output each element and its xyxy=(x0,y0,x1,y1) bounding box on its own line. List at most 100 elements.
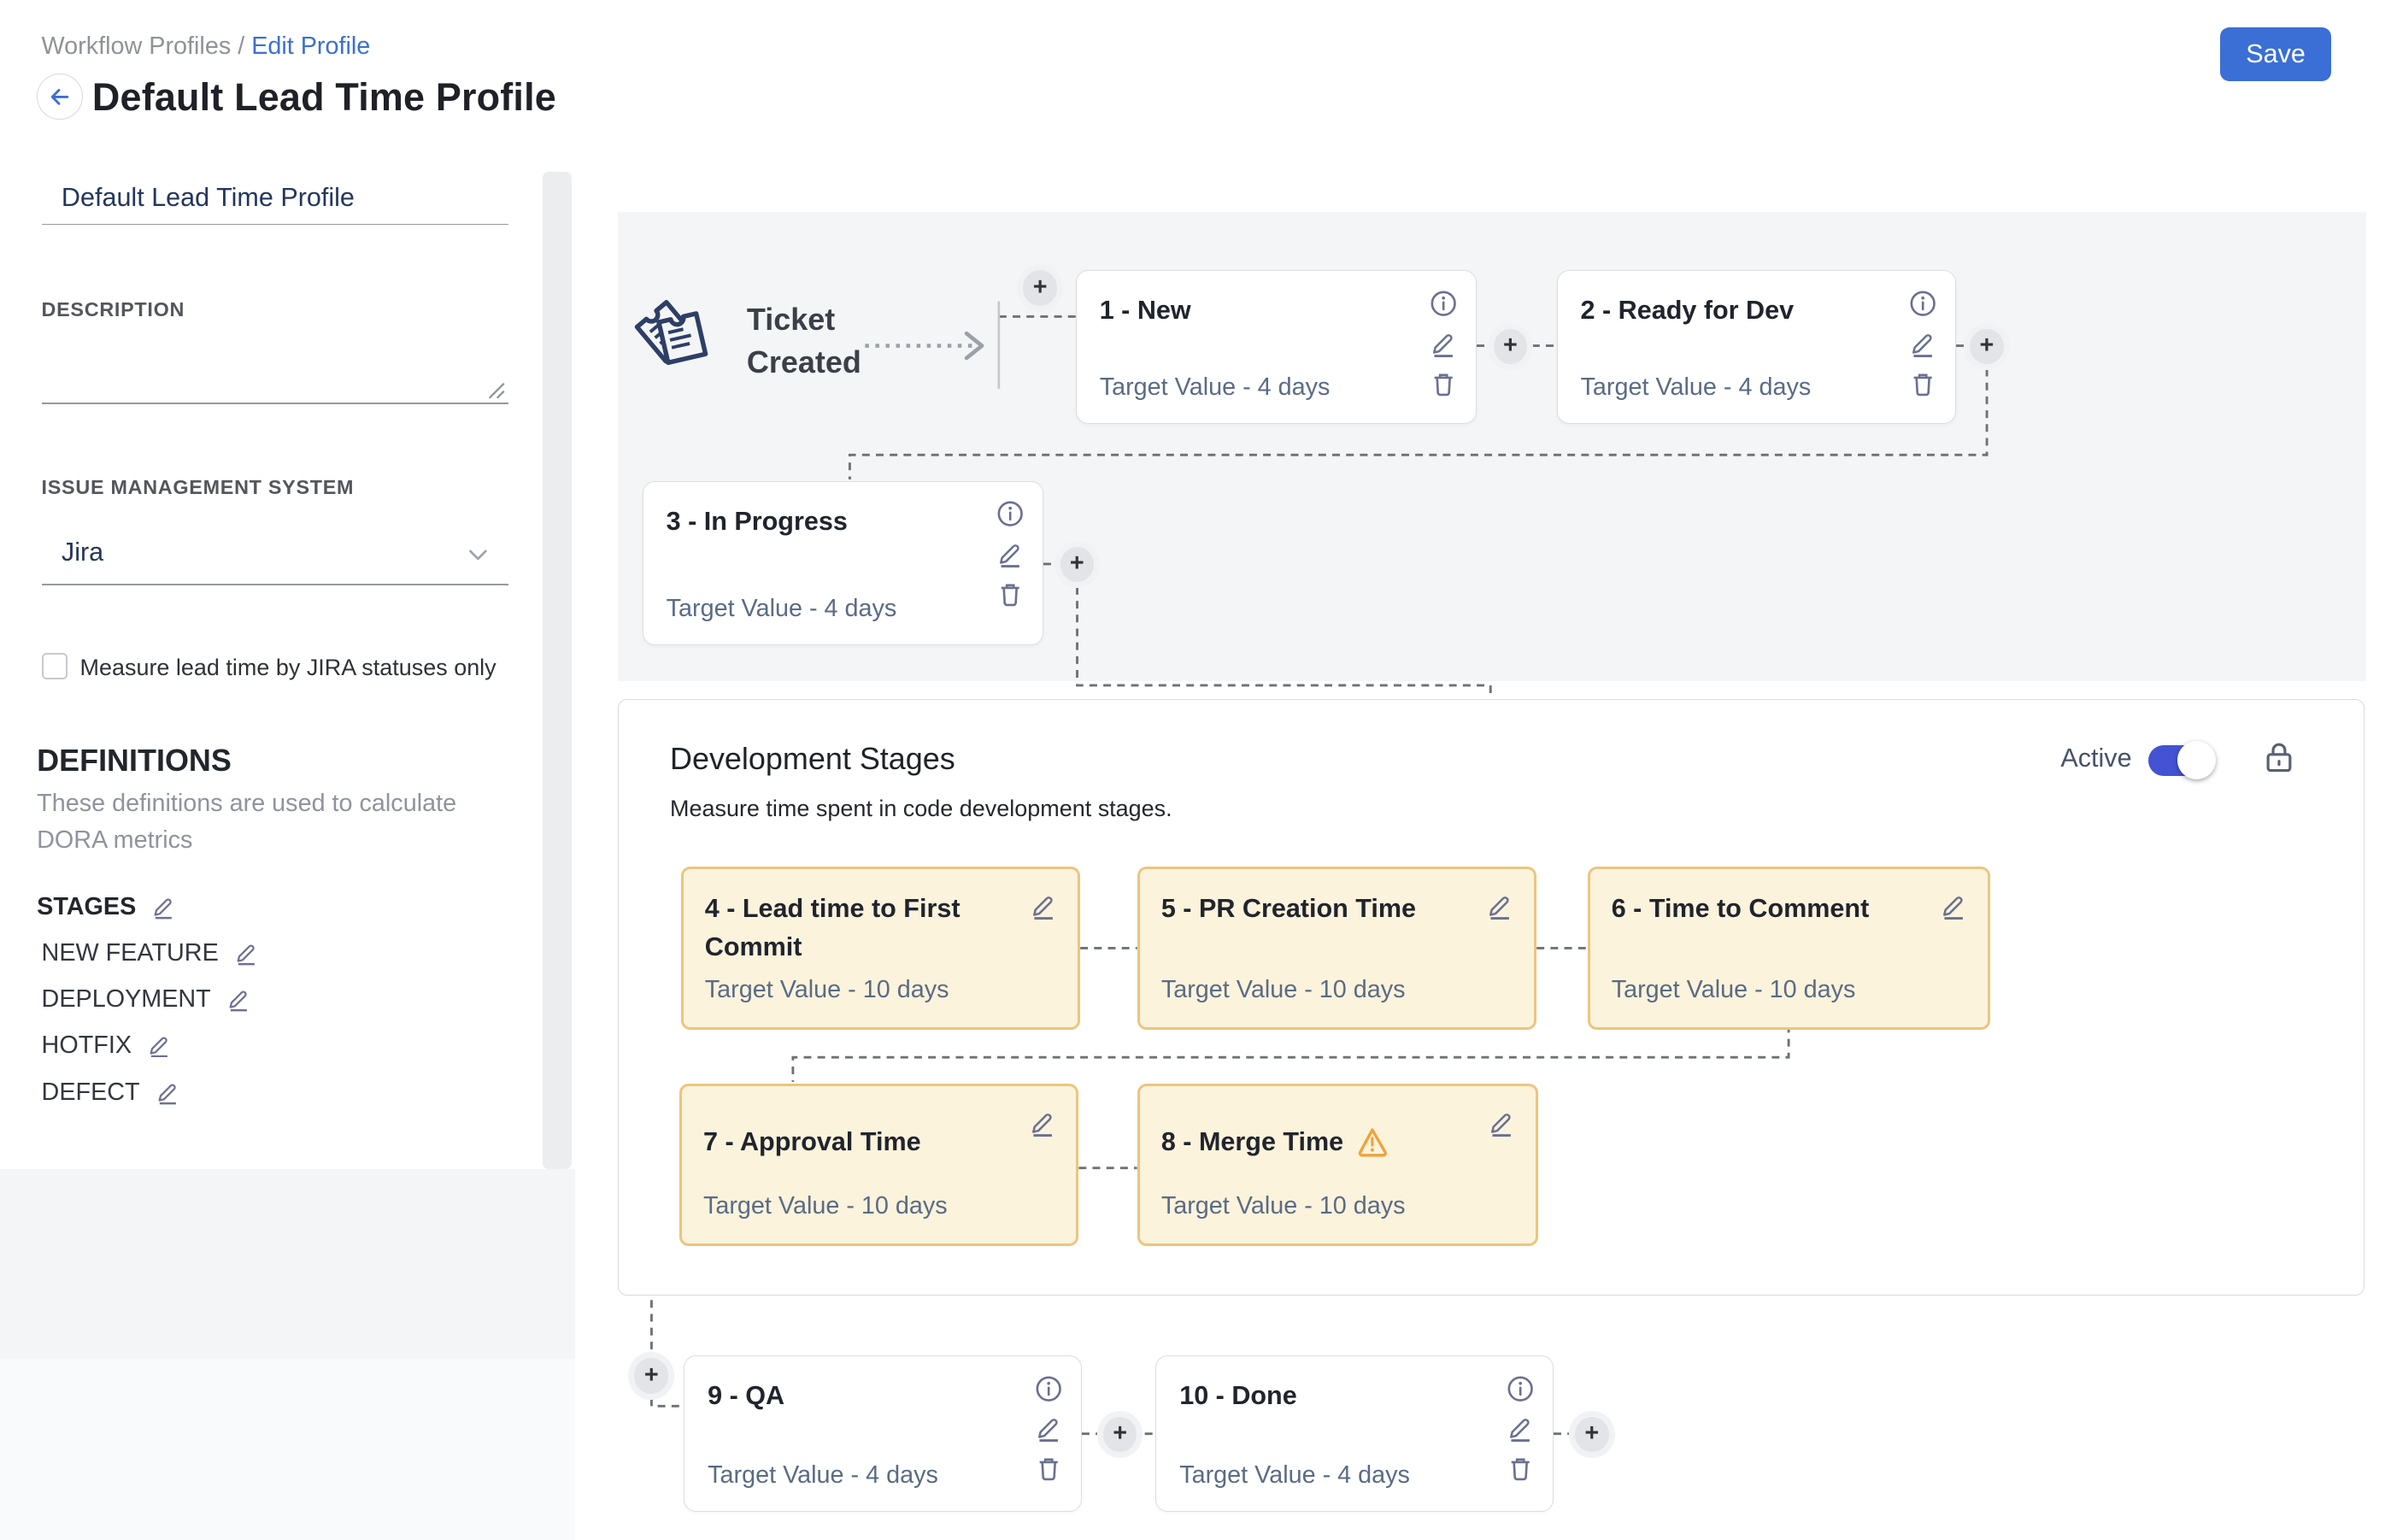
delete-icon[interactable] xyxy=(1507,1455,1534,1482)
save-button[interactable]: Save xyxy=(2220,27,2330,81)
stages-header-row: STAGES xyxy=(37,893,176,921)
stage-target-value: Target Value - 10 days xyxy=(1161,1192,1406,1220)
edit-deployment-icon[interactable] xyxy=(226,987,251,1012)
stage-category-label: NEW FEATURE xyxy=(42,939,219,967)
edit-hotfix-icon[interactable] xyxy=(147,1033,172,1058)
info-icon[interactable] xyxy=(1507,1375,1534,1402)
stage-title: 3 - In Progress xyxy=(667,507,848,537)
delete-icon[interactable] xyxy=(1035,1455,1062,1482)
stage-category-label: DEPLOYMENT xyxy=(42,985,211,1014)
issue-management-system-select[interactable]: Jira xyxy=(42,529,509,585)
info-icon[interactable] xyxy=(1035,1375,1062,1402)
edit-icon[interactable] xyxy=(1486,892,1513,920)
development-stages-title: Development Stages xyxy=(670,741,955,777)
stage-target-value: Target Value - 4 days xyxy=(1581,373,1812,402)
active-toggle-label: Active xyxy=(2060,744,2131,773)
info-icon[interactable] xyxy=(996,500,1024,527)
edit-icon[interactable] xyxy=(1029,1109,1056,1137)
edit-stages-icon[interactable] xyxy=(151,895,176,920)
left-background-gray xyxy=(0,1169,575,1358)
jira-statuses-checkbox-label: Measure lead time by JIRA statuses only xyxy=(80,655,496,681)
jira-statuses-checkbox[interactable] xyxy=(42,653,68,679)
breadcrumb-section[interactable]: Workflow Profiles / xyxy=(42,32,245,60)
description-input[interactable] xyxy=(42,326,509,403)
stage-title: 4 - Lead time to First Commit xyxy=(705,890,1008,967)
definitions-subtitle: These definitions are used to calculate … xyxy=(37,785,528,859)
delete-icon[interactable] xyxy=(996,580,1024,608)
stage-target-value: Target Value - 4 days xyxy=(1100,373,1331,402)
page-title: Default Lead Time Profile xyxy=(92,75,556,120)
development-stages-subtitle: Measure time spent in code development s… xyxy=(670,796,1172,822)
issue-management-system-label: ISSUE MANAGEMENT SYSTEM xyxy=(42,476,355,499)
edit-icon[interactable] xyxy=(1940,892,1967,920)
ticket-icon xyxy=(633,292,722,381)
stage-title: 10 - Done xyxy=(1179,1381,1297,1411)
delete-icon[interactable] xyxy=(1909,370,1936,397)
edit-icon[interactable] xyxy=(1430,330,1457,357)
stage-target-value: Target Value - 4 days xyxy=(667,595,897,623)
edit-icon[interactable] xyxy=(996,540,1024,567)
stage-target-value: Target Value - 10 days xyxy=(703,1192,948,1220)
add-stage-button[interactable]: + xyxy=(1569,1411,1615,1458)
stage-title: 7 - Approval Time xyxy=(703,1123,1006,1161)
ims-underline xyxy=(42,584,509,585)
stage-card-9-qa[interactable]: 9 - QA Target Value - 4 days xyxy=(684,1355,1082,1512)
back-arrow-icon xyxy=(48,85,73,109)
add-stage-button[interactable]: + xyxy=(1017,264,1063,311)
stage-target-value: Target Value - 10 days xyxy=(1612,976,1856,1004)
info-icon[interactable] xyxy=(1430,290,1457,317)
stage-title: 1 - New xyxy=(1100,296,1191,326)
sidebar-scrollbar[interactable] xyxy=(543,172,572,1169)
edit-icon[interactable] xyxy=(1488,1109,1515,1137)
back-button[interactable] xyxy=(37,73,83,120)
edit-icon[interactable] xyxy=(1030,892,1057,920)
add-stage-button[interactable]: + xyxy=(628,1352,674,1399)
stage-target-value: Target Value - 10 days xyxy=(1161,976,1406,1004)
dev-stage-card-5-pr-creation-time[interactable]: 5 - PR Creation Time Target Value - 10 d… xyxy=(1137,867,1537,1030)
warning-icon[interactable] xyxy=(1356,1126,1389,1157)
edit-icon[interactable] xyxy=(1909,330,1936,357)
description-underline xyxy=(42,403,509,404)
definitions-title: DEFINITIONS xyxy=(37,743,232,779)
edit-icon[interactable] xyxy=(1507,1414,1534,1442)
breadcrumb-current[interactable]: Edit Profile xyxy=(251,32,370,60)
stage-card-1-new[interactable]: 1 - New Target Value - 4 days xyxy=(1076,270,1477,424)
issue-management-system-value: Jira xyxy=(62,538,103,567)
plus-icon: + xyxy=(1979,333,1994,358)
stage-category-label: DEFECT xyxy=(42,1079,140,1107)
resize-handle-icon[interactable] xyxy=(487,381,506,400)
add-stage-button[interactable]: + xyxy=(1964,323,2010,370)
add-stage-button[interactable]: + xyxy=(1488,323,1534,370)
edit-new-feature-icon[interactable] xyxy=(234,941,259,966)
stage-card-10-done[interactable]: 10 - Done Target Value - 4 days xyxy=(1155,1355,1554,1512)
stage-title: 6 - Time to Comment xyxy=(1612,890,1917,928)
stage-title: 2 - Ready for Dev xyxy=(1581,296,1795,326)
dev-stage-card-7-approval-time[interactable]: 7 - Approval Time Target Value - 10 days xyxy=(679,1084,1079,1247)
dev-stage-card-6-time-to-comment[interactable]: 6 - Time to Comment Target Value - 10 da… xyxy=(1588,867,1990,1030)
dev-stage-card-8-merge-time[interactable]: 8 - Merge Time Target Value - 10 days xyxy=(1137,1084,1538,1247)
lock-icon[interactable] xyxy=(2264,741,2294,775)
add-stage-button[interactable]: + xyxy=(1055,541,1101,588)
stage-title: 9 - QA xyxy=(708,1381,784,1411)
stage-target-value: Target Value - 10 days xyxy=(705,976,949,1004)
chevron-down-icon xyxy=(466,543,491,567)
description-label: DESCRIPTION xyxy=(42,298,185,321)
info-icon[interactable] xyxy=(1909,290,1936,317)
stage-category-label: HOTFIX xyxy=(42,1032,132,1060)
stage-card-3-in-progress[interactable]: 3 - In Progress Target Value - 4 days xyxy=(643,481,1043,645)
stages-label: STAGES xyxy=(37,893,136,921)
plus-icon: + xyxy=(1503,333,1518,358)
breadcrumb: Workflow Profiles / Edit Profile xyxy=(42,32,371,61)
stage-category-new-feature: NEW FEATURE xyxy=(42,939,259,967)
dev-stage-card-4-lead-time-to-first-commit[interactable]: 4 - Lead time to First Commit Target Val… xyxy=(681,867,1081,1030)
stage-title: 5 - PR Creation Time xyxy=(1161,890,1464,928)
add-stage-button[interactable]: + xyxy=(1097,1411,1143,1458)
active-toggle-knob[interactable] xyxy=(2177,741,2216,779)
start-node-text: Ticket Created xyxy=(747,298,870,385)
stage-title: 8 - Merge Time xyxy=(1161,1123,1343,1161)
stage-card-2-ready-for-dev[interactable]: 2 - Ready for Dev Target Value - 4 days xyxy=(1557,270,1957,424)
profile-name-input[interactable] xyxy=(42,172,509,224)
edit-defect-icon[interactable] xyxy=(156,1080,180,1105)
edit-icon[interactable] xyxy=(1035,1414,1062,1442)
delete-icon[interactable] xyxy=(1430,370,1457,397)
